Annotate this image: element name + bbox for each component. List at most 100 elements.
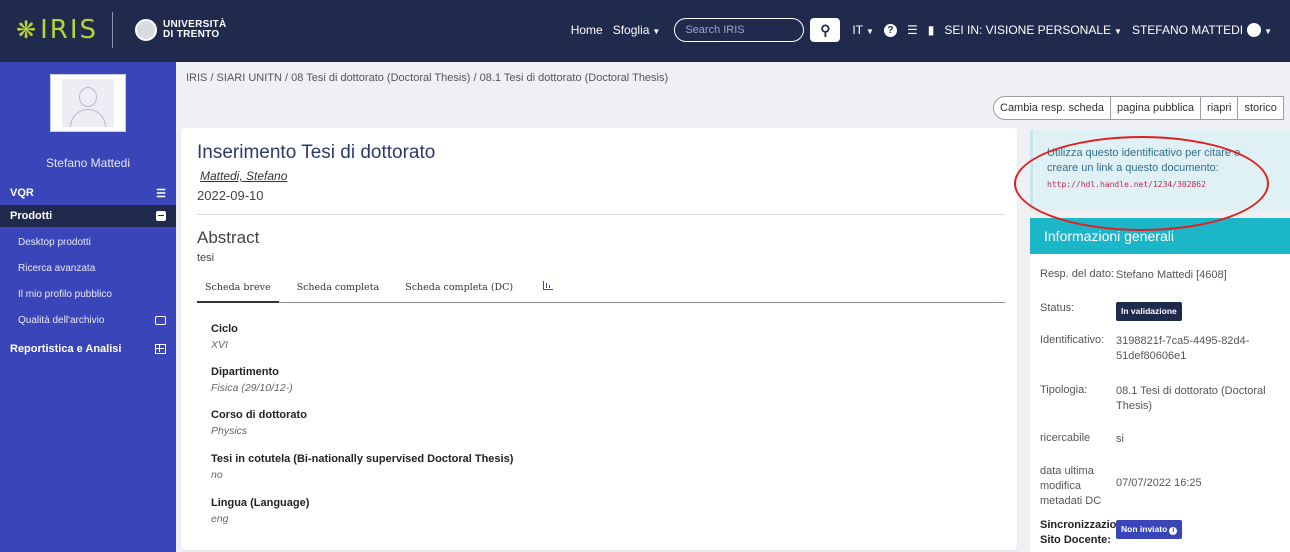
sidebar-section-prodotti[interactable]: Prodotti [0,205,176,227]
record-tabs: Scheda breve Scheda completa Scheda comp… [197,273,1005,303]
page-title: Inserimento Tesi di dottorato [197,142,436,163]
tab-statistics[interactable] [531,273,561,303]
info-row-resp: Resp. del dato: Stefano Mattedi [4608] [1040,268,1290,283]
change-owner-button[interactable]: Cambia resp. scheda [993,96,1111,120]
top-navbar: ❋ IRIS UNIVERSITÀ DI TRENTO Home Sfoglia… [0,0,1290,62]
general-info-panel: Informazioni generali Resp. del dato: St… [1030,218,1290,552]
handle-link[interactable]: http://hdl.handle.net/1234/302862 [1047,180,1290,189]
reopen-button[interactable]: riapri [1200,96,1239,120]
nav-browse-dropdown[interactable]: Sfoglia ▼ [613,23,661,37]
info-value: 3198821f-7ca5-4495-82d4-51def80606e1 [1116,335,1250,362]
brand[interactable]: ❋ IRIS UNIVERSITÀ DI TRENTO [16,12,227,48]
bar-chart-icon [543,280,554,290]
language-dropdown[interactable]: IT ▼ [852,23,874,37]
info-value: si [1116,433,1124,445]
folder-icon [155,315,166,325]
tab-scheda-breve[interactable]: Scheda breve [197,273,279,303]
caret-down-icon: ▼ [652,27,661,36]
abstract-heading: Abstract [197,228,260,247]
info-row-sincronizzazione: Sincronizzazione Sito Docente: Non invia… [1040,518,1290,548]
nav-home-link[interactable]: Home [571,23,603,37]
sidebar-item-ricerca-avanzata[interactable]: Ricerca avanzata [0,256,176,280]
field-value: eng [211,513,229,525]
field-corso-dottorato: Corso di dottorato Physics [211,409,307,437]
sidebar-item-qualita-archivio[interactable]: Qualità dell'archivio [0,308,176,332]
field-label: Lingua (Language) [211,497,310,509]
field-lingua: Lingua (Language) eng [211,497,309,525]
brand-divider [112,12,114,48]
record-actions: Cambia resp. scheda pagina pubblica riap… [993,96,1284,120]
field-label: Ciclo [211,323,238,335]
iris-logo[interactable]: ❋ IRIS [16,12,98,48]
info-key: data ultima modifica metadati DC [1040,465,1102,507]
status-badge: In validazione [1116,302,1182,321]
info-key: Sincronizzazione Sito Docente: [1040,519,1130,546]
field-label: Tesi in cotutela (Bi-nationally supervis… [211,453,514,465]
view-mode-label: SEI IN: VISIONE PERSONALE [944,23,1112,37]
university-seal-icon [135,19,158,41]
history-button[interactable]: storico [1237,96,1284,120]
field-label: Corso di dottorato [211,409,307,421]
abstract-text: tesi [197,252,215,264]
sidebar-section-label: VQR [10,187,34,199]
field-value: XVI [211,339,228,351]
help-icon[interactable]: ? [883,23,897,37]
author-link[interactable]: Mattedi, Stefano [200,169,287,183]
info-key: ricercabile [1040,432,1091,444]
user-menu[interactable]: STEFANO MATTEDI ▼ [1132,23,1272,38]
sidebar-section-vqr[interactable]: VQR ☰ [0,182,176,204]
iris-flower-icon: ❋ [16,16,37,44]
language-label: IT [852,23,864,37]
field-value: Fisica (29/10/12-) [211,382,293,394]
tab-scheda-completa-dc[interactable]: Scheda completa (DC) [397,273,521,303]
info-panel-heading: Informazioni generali [1030,218,1290,254]
search-button[interactable]: ⚲ [810,18,841,42]
sidebar-item-profilo-pubblico[interactable]: Il mio profilo pubblico [0,282,176,306]
info-value: 07/07/2022 16:25 [1116,477,1202,489]
caret-down-icon: ▼ [866,27,874,36]
sync-badge-label: Non inviato [1121,524,1168,534]
sidebar: Stefano Mattedi VQR ☰ Prodotti Desktop p… [0,62,176,552]
list-icon[interactable]: ☰ [907,23,918,37]
info-key: Resp. del dato: [1040,268,1114,280]
info-row-tipologia: Tipologia: 08.1 Tesi di dottorato (Docto… [1040,384,1290,414]
search-icon: ⚲ [820,21,831,38]
field-ciclo: Ciclo XVI [211,323,238,351]
info-row-ricercabile: ricercabile si [1040,432,1290,447]
info-key: Tipologia: [1040,384,1088,396]
info-circle-icon: i [1169,527,1178,535]
sidebar-item-label: Il mio profilo pubblico [18,288,112,300]
public-page-button[interactable]: pagina pubblica [1109,96,1202,120]
divider [197,214,1005,215]
citation-box: Utilizza questo identificativo per citar… [1030,130,1290,210]
caret-down-icon: ▼ [1114,27,1122,36]
citation-text: Utilizza questo identificativo per citar… [1047,147,1241,174]
sidebar-item-desktop-prodotti[interactable]: Desktop prodotti [0,230,176,254]
ordered-list-icon: ☰ [156,187,166,200]
search-input[interactable] [674,18,805,42]
field-dipartimento: Dipartimento Fisica (29/10/12-) [211,366,293,394]
bookmark-icon[interactable]: ▮ [928,23,935,37]
iris-wordmark: IRIS [40,15,99,45]
sidebar-user-name[interactable]: Stefano Mattedi [0,156,176,170]
field-label: Dipartimento [211,366,279,378]
profile-photo[interactable] [50,74,126,132]
university-line2: DI TRENTO [163,29,220,40]
sync-badge: Non inviato i [1116,520,1183,539]
breadcrumb[interactable]: IRIS / SIARI UNITN / 08 Tesi di dottorat… [186,72,668,84]
tab-scheda-completa[interactable]: Scheda completa [289,273,388,303]
sidebar-section-reportistica[interactable]: Reportistica e Analisi [0,338,176,360]
info-row-identificativo: Identificativo: 3198821f-7ca5-4495-82d4-… [1040,334,1290,364]
avatar [1247,23,1262,38]
sidebar-section-label: Prodotti [10,210,53,222]
university-logo[interactable]: UNIVERSITÀ DI TRENTO [135,19,227,41]
caret-down-icon: ▼ [1264,26,1272,36]
view-mode-dropdown[interactable]: SEI IN: VISIONE PERSONALE ▼ [944,23,1122,37]
field-value: Physics [211,425,248,437]
info-row-status: Status: In validazione [1040,302,1290,321]
record-date: 2022-09-10 [197,188,264,203]
info-key: Status: [1040,302,1075,314]
sidebar-item-label: Ricerca avanzata [18,262,96,274]
field-cotutela: Tesi in cotutela (Bi-nationally supervis… [211,453,513,481]
info-value: Stefano Mattedi [4608] [1116,269,1227,281]
